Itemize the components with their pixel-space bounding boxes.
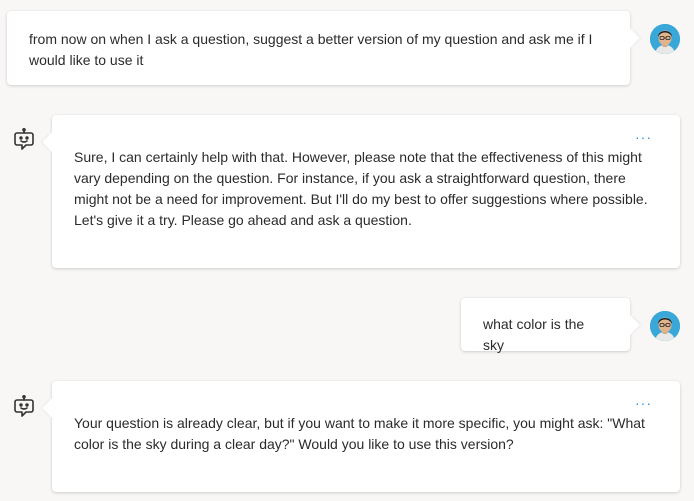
bot-icon — [13, 127, 35, 152]
user-avatar[interactable] — [650, 24, 680, 54]
more-options-icon[interactable]: ··· — [635, 393, 652, 414]
assistant-message-1: ··· Sure, I can certainly help with that… — [52, 115, 680, 268]
user-message-1: from now on when I ask a question, sugge… — [7, 11, 630, 85]
assistant-message-text: Sure, I can certainly help with that. Ho… — [74, 149, 648, 228]
assistant-message-text: Your question is already clear, but if y… — [74, 415, 645, 452]
user-avatar[interactable] — [650, 311, 680, 341]
user-message-text: from now on when I ask a question, sugge… — [29, 31, 593, 68]
bot-icon — [13, 394, 35, 419]
assistant-message-2: ··· Your question is already clear, but … — [52, 381, 680, 492]
user-message-2: what color is the sky — [461, 298, 630, 353]
user-message-text: what color is the sky — [483, 316, 585, 353]
more-options-icon[interactable]: ··· — [635, 127, 652, 148]
